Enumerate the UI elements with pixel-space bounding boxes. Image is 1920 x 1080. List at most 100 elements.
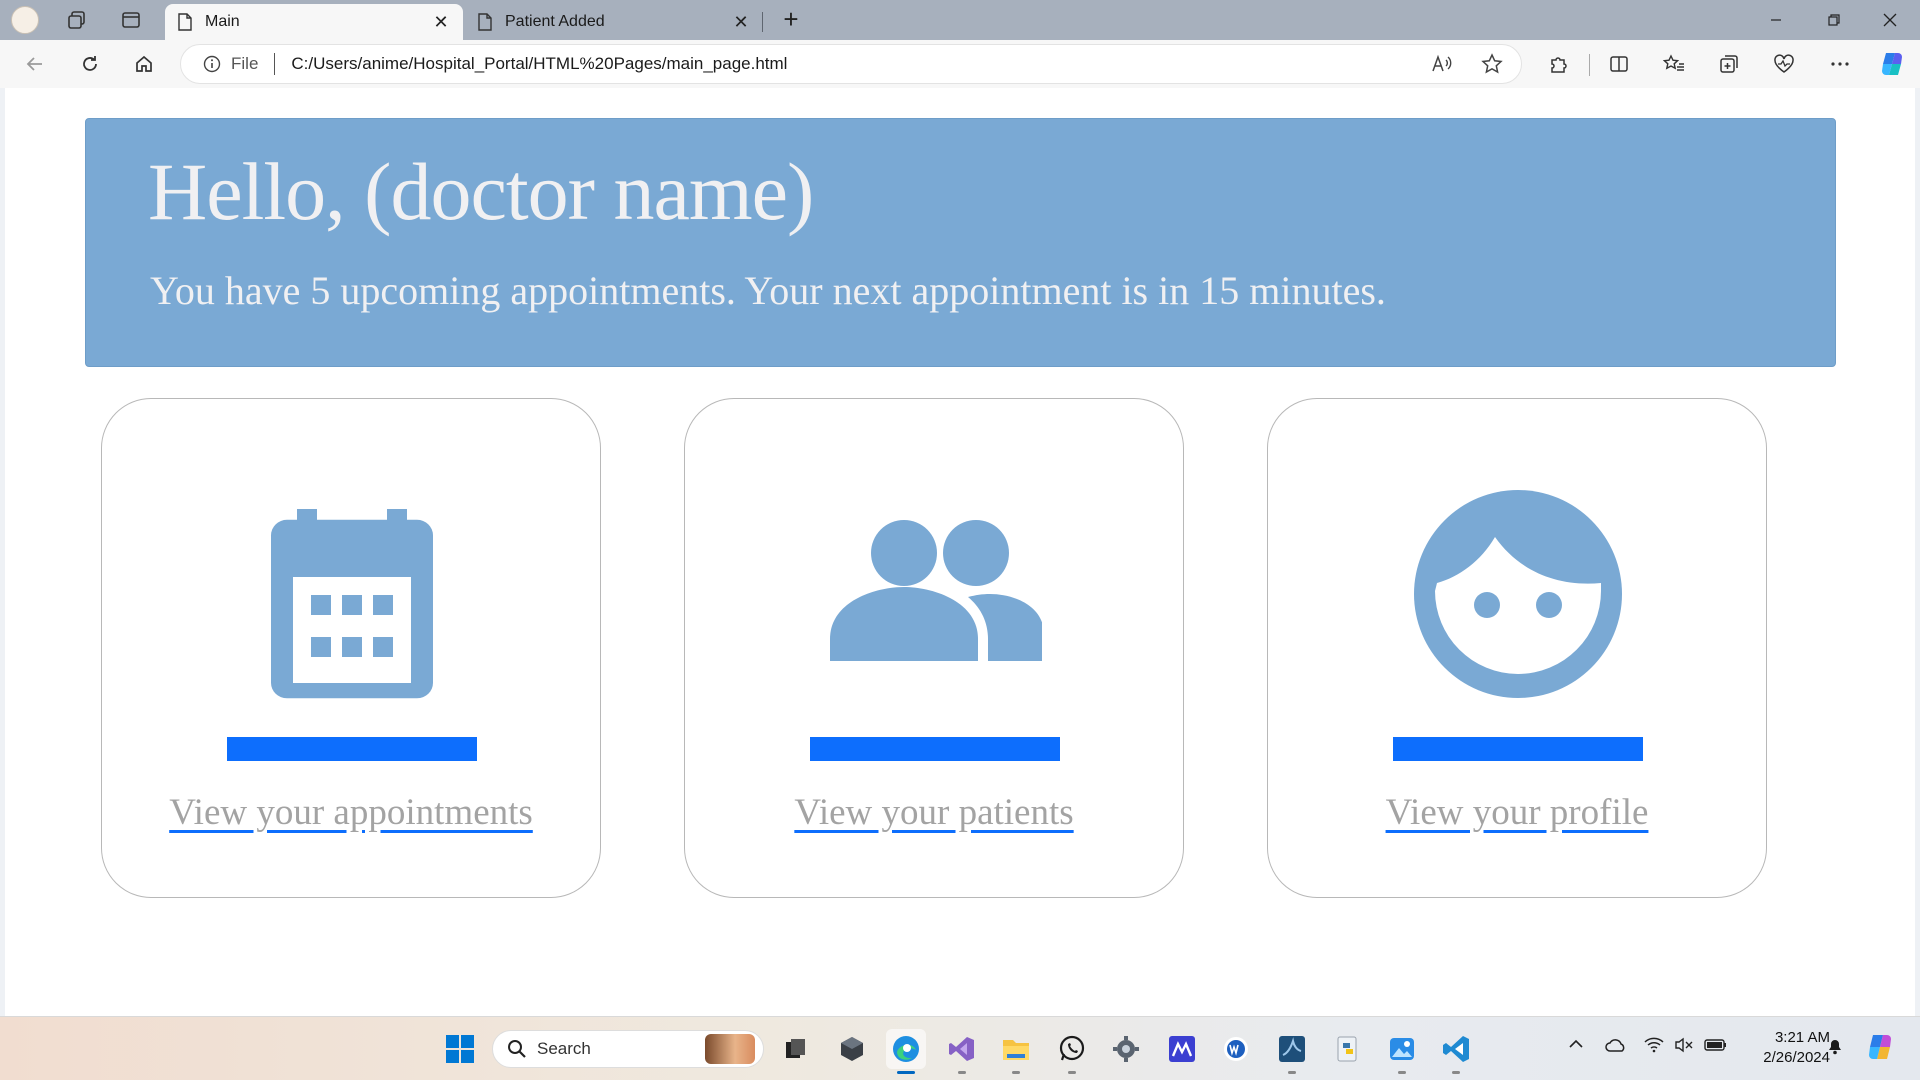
settings-more-button[interactable] — [1822, 48, 1858, 80]
favorites-list-icon — [1663, 54, 1684, 71]
taskbar-visual-studio[interactable] — [942, 1029, 982, 1069]
tab-actions-button[interactable] — [116, 6, 146, 34]
vscode-icon — [1443, 1036, 1469, 1062]
page-icon — [178, 13, 192, 31]
split-screen-button[interactable] — [1601, 48, 1637, 80]
heart-pulse-icon — [1774, 54, 1794, 73]
taskbar-word[interactable] — [1216, 1029, 1256, 1069]
start-button[interactable] — [440, 1029, 480, 1069]
greeting-heading: Hello, (doctor name) — [148, 146, 814, 237]
windows-logo-icon — [446, 1035, 474, 1063]
tab-title: Patient Added — [505, 13, 605, 30]
python-icon — [1337, 1036, 1357, 1062]
more-dots-icon — [1831, 62, 1849, 66]
search-label: Search — [537, 1039, 591, 1058]
refresh-button[interactable] — [72, 48, 108, 80]
taskbar-settings[interactable] — [1106, 1029, 1146, 1069]
copilot-icon — [1869, 1035, 1891, 1059]
taskbar-mathpix[interactable] — [1162, 1029, 1202, 1069]
edge-running-indicator — [897, 1071, 915, 1074]
clock-date: 2/26/2024 — [1763, 1049, 1830, 1066]
star-icon — [1481, 53, 1503, 74]
home-button[interactable] — [126, 48, 162, 80]
copilot-button[interactable] — [1874, 48, 1910, 80]
volume-button[interactable] — [1674, 1037, 1694, 1056]
url-text[interactable]: C:/Users/anime/Hospital_Portal/HTML%20Pa… — [291, 54, 787, 74]
taskbar-mysql-workbench[interactable] — [1272, 1029, 1312, 1069]
back-button[interactable] — [17, 48, 53, 80]
view-appointments-link[interactable]: View your appointments — [102, 791, 600, 834]
wifi-button[interactable] — [1644, 1037, 1664, 1056]
search-icon — [508, 1040, 526, 1058]
taskbar-photos[interactable] — [1382, 1029, 1422, 1069]
view-profile-link[interactable]: View your profile — [1268, 791, 1766, 834]
profile-card: View your profile — [1267, 398, 1767, 898]
taskbar-edge[interactable] — [886, 1029, 926, 1069]
page-icon — [478, 13, 492, 31]
app-running-indicator — [1288, 1071, 1296, 1074]
restore-button[interactable] — [1806, 0, 1862, 40]
collections-button[interactable] — [1711, 48, 1747, 80]
welcome-banner: Hello, (doctor name) You have 5 upcoming… — [85, 118, 1836, 367]
workspaces-button[interactable] — [62, 6, 92, 34]
minimize-button[interactable] — [1748, 0, 1804, 40]
tab-patient-added[interactable]: Patient Added ✕ — [465, 4, 763, 40]
favorite-button[interactable] — [1478, 50, 1506, 78]
card-accent-bar — [810, 737, 1060, 761]
speaker-muted-icon — [1675, 1037, 1693, 1053]
visual-studio-icon — [949, 1037, 974, 1061]
copilot-taskbar-button[interactable] — [1864, 1031, 1896, 1066]
onedrive-button[interactable] — [1604, 1037, 1628, 1056]
new-tab-button[interactable]: + — [776, 6, 806, 34]
taskbar-vscode[interactable] — [1436, 1029, 1476, 1069]
mathpix-icon — [1169, 1036, 1195, 1062]
appointments-card: View your appointments — [101, 398, 601, 898]
taskbar-task-view[interactable] — [776, 1029, 816, 1069]
restore-icon — [1828, 14, 1840, 26]
avatar-icon — [11, 6, 39, 34]
tab-main[interactable]: Main ✕ — [165, 4, 463, 40]
people-icon — [828, 487, 1042, 701]
app-running-indicator — [1398, 1071, 1406, 1074]
browser-essentials-button[interactable] — [1766, 48, 1802, 80]
profile-avatar[interactable] — [10, 6, 40, 34]
extensions-button[interactable] — [1540, 48, 1576, 80]
card-accent-bar — [1393, 737, 1643, 761]
chevron-up-icon — [1569, 1039, 1583, 1048]
notifications-button[interactable] — [1826, 1037, 1844, 1058]
home-icon — [136, 55, 152, 72]
taskbar-search[interactable]: Search — [492, 1030, 764, 1068]
battery-button[interactable] — [1704, 1037, 1728, 1056]
favorites-button[interactable] — [1656, 48, 1692, 80]
clock-time: 3:21 AM — [1774, 1029, 1830, 1046]
whatsapp-icon — [1059, 1035, 1085, 1061]
bell-icon — [1829, 1040, 1841, 1055]
page-viewport: Hello, (doctor name) You have 5 upcoming… — [5, 88, 1915, 1016]
clock[interactable]: 3:21 AM 2/26/2024 — [1740, 1028, 1830, 1068]
app-running-indicator — [1012, 1071, 1020, 1074]
workspaces-icon — [68, 11, 85, 29]
toolbar-divider — [1589, 54, 1590, 76]
address-bar[interactable]: File C:/Users/anime/Hospital_Portal/HTML… — [180, 44, 1522, 84]
info-icon[interactable] — [203, 55, 221, 73]
close-window-button[interactable] — [1862, 0, 1918, 40]
patients-card: View your patients — [684, 398, 1184, 898]
browser-toolbar: File C:/Users/anime/Hospital_Portal/HTML… — [0, 40, 1920, 88]
refresh-icon — [83, 56, 97, 71]
read-aloud-icon — [1432, 54, 1452, 72]
read-aloud-button[interactable] — [1428, 50, 1456, 78]
close-tab-icon[interactable]: ✕ — [731, 12, 751, 33]
taskbar-whatsapp[interactable] — [1052, 1029, 1092, 1069]
taskbar-python[interactable] — [1328, 1029, 1368, 1069]
close-tab-icon[interactable]: ✕ — [431, 12, 451, 33]
taskbar-app-cube[interactable] — [832, 1029, 872, 1069]
calendar-icon — [245, 487, 459, 701]
folder-icon — [1003, 1040, 1029, 1060]
address-divider — [274, 53, 276, 75]
tab-divider — [762, 12, 763, 32]
taskbar-file-explorer[interactable] — [996, 1029, 1036, 1069]
view-patients-link[interactable]: View your patients — [685, 791, 1183, 834]
tray-overflow-button[interactable] — [1568, 1037, 1584, 1053]
puzzle-icon — [1551, 57, 1567, 73]
close-icon — [1883, 13, 1897, 27]
